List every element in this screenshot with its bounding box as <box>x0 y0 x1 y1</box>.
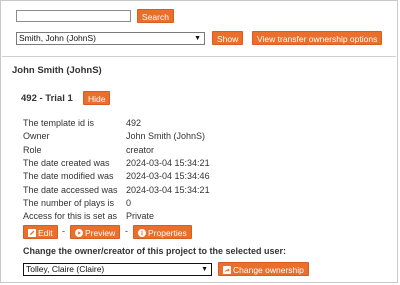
detail-label: The date accessed was <box>23 184 118 195</box>
properties-label: Properties <box>148 228 187 238</box>
edit-button[interactable]: Edit <box>23 225 58 239</box>
action-separator: - <box>62 226 65 236</box>
action-separator: - <box>125 226 128 236</box>
template-title: 492 - Trial 1 <box>21 93 73 104</box>
search-input[interactable] <box>16 10 131 22</box>
info-icon <box>138 229 146 237</box>
detail-value: 2024-03-04 15:34:46 <box>126 171 210 182</box>
detail-value: Private <box>126 211 155 222</box>
detail-value: creator <box>126 144 155 155</box>
detail-label: The template id is <box>23 118 95 128</box>
detail-label: The date modified was <box>23 171 114 182</box>
user-select[interactable]: Smith, John (JohnS) ▼ <box>16 32 205 45</box>
play-icon <box>75 229 83 237</box>
new-owner-select[interactable]: Tolley, Claire (Claire) ▼ <box>23 263 212 276</box>
detail-value: John Smith (JohnS) <box>126 131 206 142</box>
view-transfer-options-button[interactable]: View transfer ownership options <box>252 31 383 45</box>
detail-label: The number of plays is <box>23 197 115 208</box>
page-frame: Search Smith, John (JohnS) ▼ Show View t… <box>0 0 398 283</box>
share-arrow-icon <box>223 266 231 274</box>
detail-value: 2024-03-04 15:34:21 <box>126 157 210 168</box>
detail-value: 492 <box>126 118 142 128</box>
detail-value: 0 <box>126 197 132 208</box>
user-heading: John Smith (JohnS) <box>12 65 102 76</box>
preview-button[interactable]: Preview <box>70 225 121 239</box>
hide-button[interactable]: Hide <box>83 91 111 105</box>
chevron-down-icon: ▼ <box>194 35 201 42</box>
change-ownership-label: Change ownership <box>233 265 304 275</box>
properties-button[interactable]: Properties <box>133 225 192 239</box>
preview-label: Preview <box>85 228 116 238</box>
show-button[interactable]: Show <box>212 31 244 45</box>
change-owner-prompt: Change the owner/creator of this project… <box>23 246 287 256</box>
chevron-down-icon: ▼ <box>201 266 208 273</box>
detail-label: The date created was <box>23 157 110 168</box>
detail-label: Role <box>23 144 42 155</box>
detail-label: Owner <box>23 131 50 142</box>
change-ownership-button[interactable]: Change ownership <box>218 262 309 276</box>
section-divider <box>2 56 396 57</box>
detail-value: 2024-03-04 15:34:21 <box>126 184 210 195</box>
detail-label: Access for this is set as <box>23 211 118 222</box>
new-owner-select-value: Tolley, Claire (Claire) <box>26 264 105 274</box>
search-button[interactable]: Search <box>137 9 174 23</box>
edit-label: Edit <box>38 228 53 238</box>
user-select-value: Smith, John (JohnS) <box>19 33 97 43</box>
pencil-icon <box>28 229 36 237</box>
